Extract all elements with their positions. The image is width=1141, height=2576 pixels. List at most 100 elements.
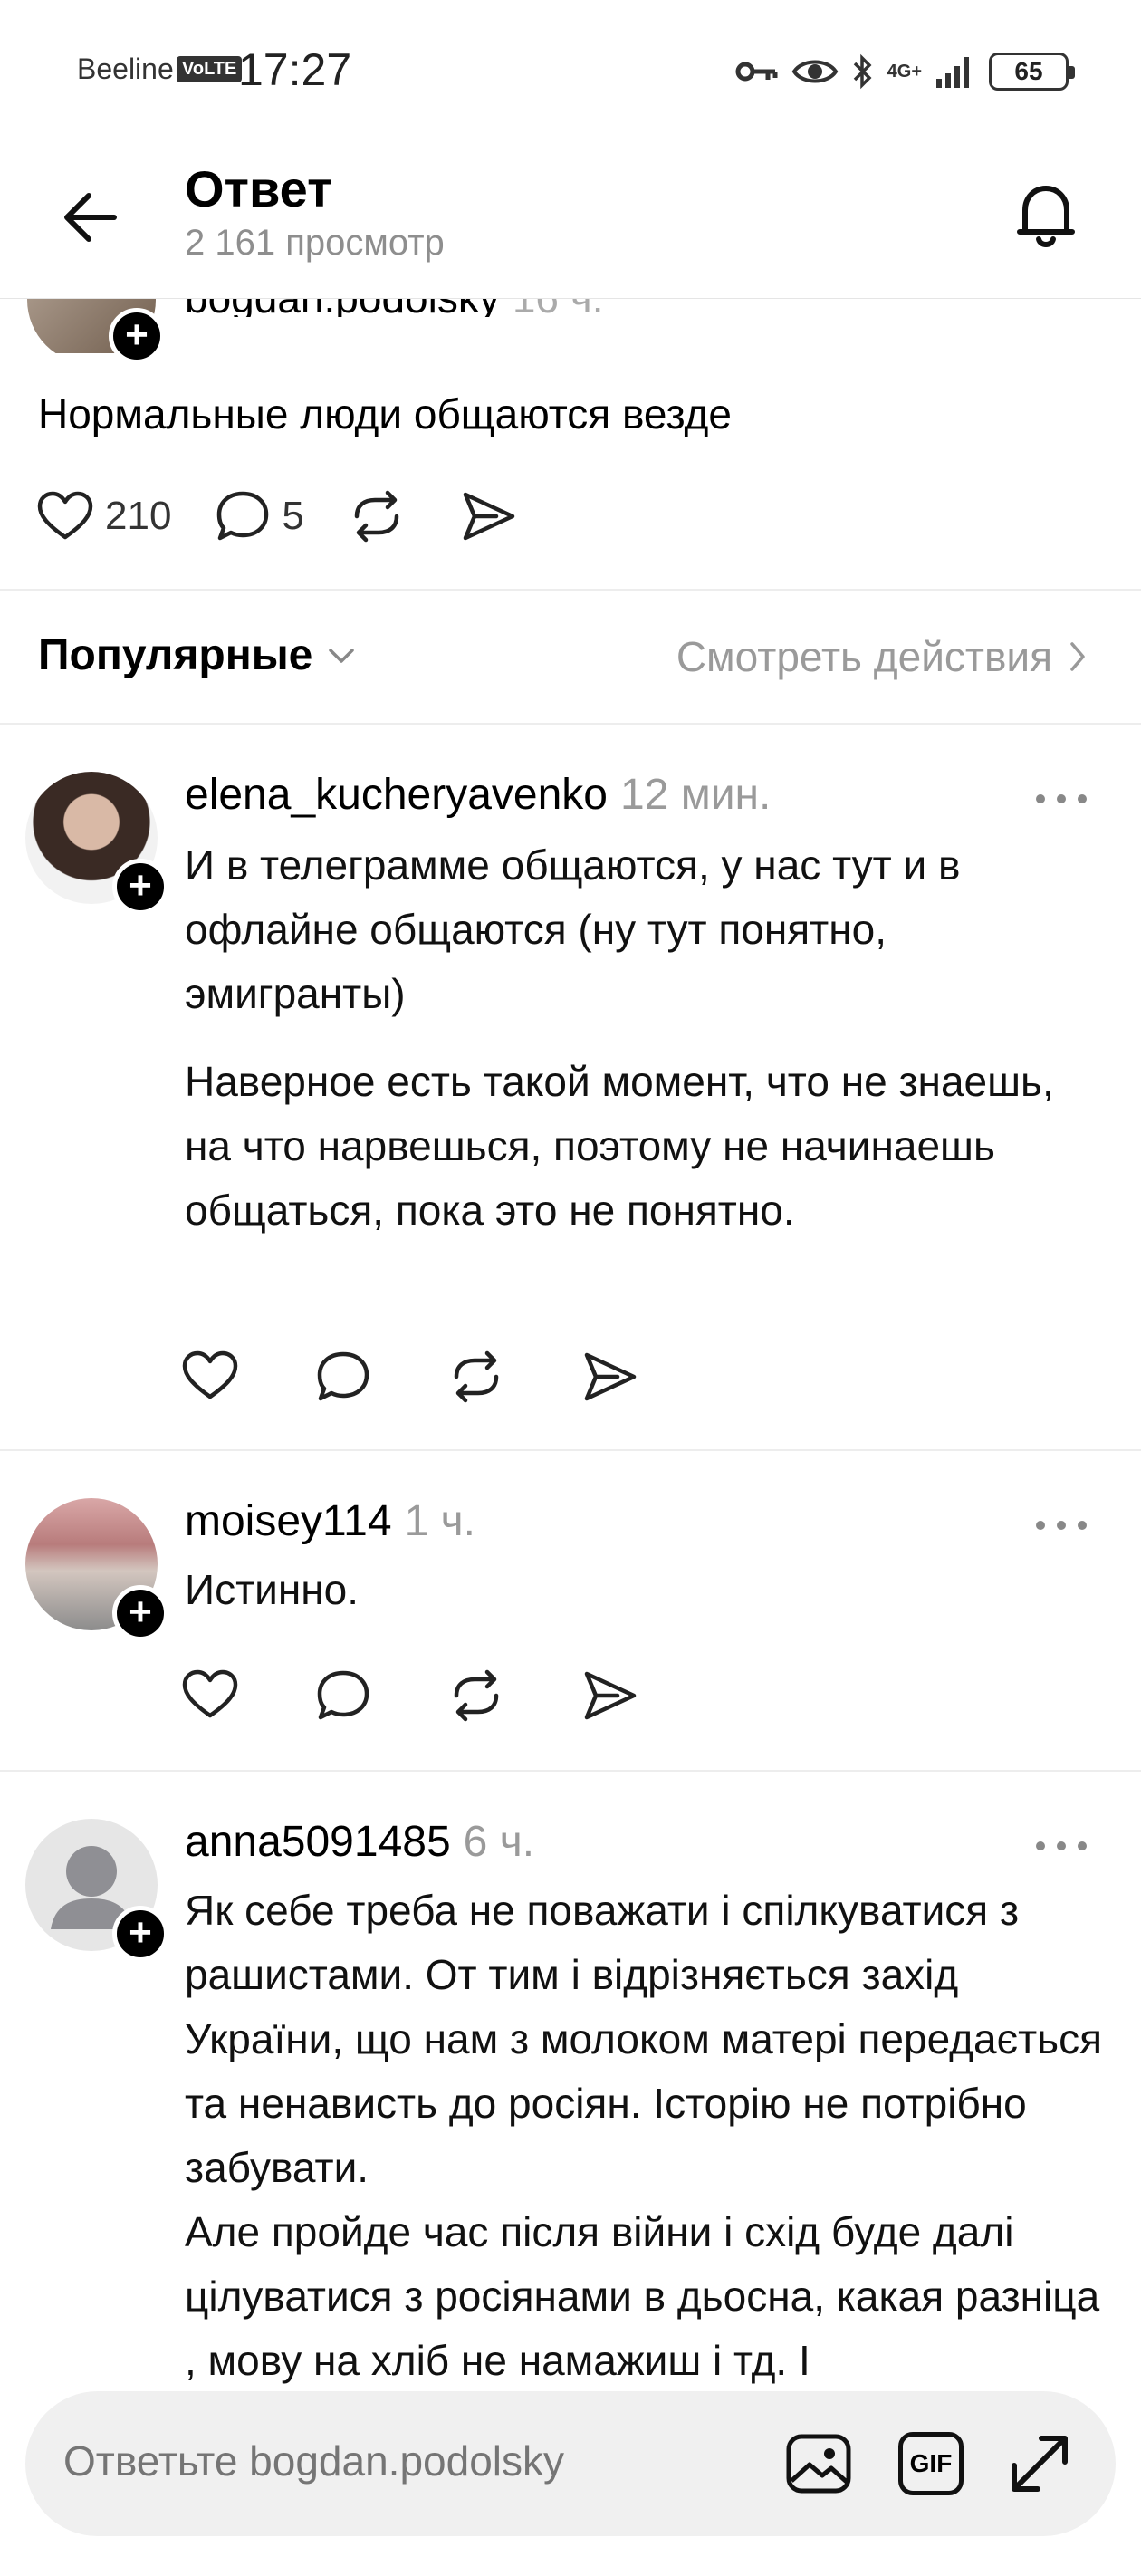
comment-header: elena_kucheryavenko 12 мин. xyxy=(185,770,771,820)
volte-badge: VoLTE xyxy=(177,56,243,82)
sort-label: Популярные xyxy=(38,631,313,679)
dot xyxy=(1036,794,1045,803)
avatar[interactable]: + xyxy=(25,1819,168,1962)
image-icon xyxy=(786,2434,851,2494)
heart-icon xyxy=(37,491,93,540)
repost-icon[interactable] xyxy=(447,1668,505,1723)
attach-image-button[interactable] xyxy=(782,2427,855,2500)
dot xyxy=(1057,1841,1066,1850)
more-options-button[interactable] xyxy=(1036,1837,1087,1855)
gif-button[interactable]: GIF xyxy=(895,2427,967,2500)
follow-plus-icon[interactable]: + xyxy=(112,1585,168,1641)
status-bar: Beeline VoLTE 17:27 4G+ 65 xyxy=(0,0,1141,136)
reply-input[interactable] xyxy=(63,2437,752,2485)
view-activity-label: Смотреть действия xyxy=(676,633,1052,680)
status-icons: 4G+ 65 xyxy=(735,49,1075,94)
reply-composer: GIF xyxy=(25,2391,1116,2536)
view-count: 2 161 просмотр xyxy=(185,223,445,263)
comment-text: Як себе треба не поважати і спілкуватися… xyxy=(185,1879,1108,2393)
username-line: bogdan.podolsky 16 ч. xyxy=(185,299,604,317)
username[interactable]: elena_kucheryavenko xyxy=(185,771,608,819)
share-button[interactable] xyxy=(460,489,529,543)
dot xyxy=(1036,1521,1045,1530)
username[interactable]: moisey114 xyxy=(185,1497,392,1545)
comment-item: + anna5091485 6 ч. Як себе треба не поваж… xyxy=(0,1772,1141,2397)
comment-actions xyxy=(181,1350,639,1404)
network-type: 4G+ xyxy=(887,62,922,82)
repost-button[interactable] xyxy=(348,489,417,543)
reply-count: 5 xyxy=(282,494,304,538)
comment-actions xyxy=(181,1668,639,1723)
follow-plus-icon[interactable]: + xyxy=(112,1906,168,1962)
comment-item: + moisey114 1 ч. Истинно. xyxy=(0,1451,1141,1768)
follow-plus-icon[interactable]: + xyxy=(109,308,165,364)
expand-button[interactable] xyxy=(1003,2427,1076,2500)
sort-bar: Популярные Смотреть действия xyxy=(0,591,1141,723)
heart-icon[interactable] xyxy=(181,1350,239,1402)
top-app-bar: Ответ 2 161 просмотр xyxy=(0,136,1141,299)
comment-paragraph: Як себе треба не поважати і спілкуватися… xyxy=(185,1887,1103,2191)
eye-icon xyxy=(791,60,839,83)
dot xyxy=(1078,794,1087,803)
bluetooth-icon xyxy=(853,53,872,90)
send-icon xyxy=(463,492,515,541)
comment-time: 6 ч. xyxy=(463,1818,535,1866)
comment-icon[interactable] xyxy=(315,1668,371,1723)
follow-plus-icon[interactable]: + xyxy=(112,859,168,915)
arrow-left-icon xyxy=(64,193,117,242)
post-time: 16 ч. xyxy=(513,299,604,317)
carrier-name: Beeline xyxy=(77,53,174,85)
username[interactable]: anna5091485 xyxy=(185,1818,451,1866)
like-button[interactable]: 210 xyxy=(36,490,171,543)
reply-button[interactable]: 5 xyxy=(215,489,304,543)
more-options-button[interactable] xyxy=(1036,1516,1087,1534)
key-icon xyxy=(735,62,778,82)
repost-icon[interactable] xyxy=(447,1350,505,1404)
comment-icon xyxy=(217,491,269,541)
dot xyxy=(1057,794,1066,803)
dot xyxy=(1078,1841,1087,1850)
heart-icon[interactable] xyxy=(181,1668,239,1721)
page-title: Ответ xyxy=(185,160,332,217)
repost-icon xyxy=(354,490,399,543)
clock: 17:27 xyxy=(238,44,352,95)
comment-time: 1 ч. xyxy=(404,1497,475,1545)
comment-paragraph: Истинно. xyxy=(185,1566,359,1613)
comment-paragraph: Але пройде час після війни і схід буде д… xyxy=(185,2208,1100,2384)
sort-dropdown[interactable]: Популярные xyxy=(38,630,356,680)
bell-icon xyxy=(1017,186,1075,247)
gif-label: GIF xyxy=(909,2449,953,2477)
avatar[interactable]: + xyxy=(25,1498,168,1641)
gif-icon: GIF xyxy=(898,2432,964,2495)
comment-paragraph: И в телеграмме общаются, у нас тут и в о… xyxy=(185,841,961,1017)
comment-text: И в телеграмме общаются, у нас тут и в о… xyxy=(185,833,1108,1243)
post-text: Нормальные люди общаются везде xyxy=(38,390,732,437)
username-clip: bogdan.podolsky 16 ч. xyxy=(185,299,728,317)
username[interactable]: bogdan.podolsky xyxy=(185,299,500,317)
battery-icon: 65 xyxy=(989,53,1075,91)
like-count: 210 xyxy=(105,494,172,538)
comment-paragraph: Наверное есть такой момент, что не знаеш… xyxy=(185,1058,1054,1234)
post-actions: 210 5 xyxy=(36,489,572,543)
parent-post: + bogdan.podolsky 16 ч. Нормальные люди о… xyxy=(0,299,1141,589)
chevron-down-icon xyxy=(329,648,355,663)
avatar[interactable]: + xyxy=(25,772,168,915)
more-options-button[interactable] xyxy=(1036,790,1087,808)
comment-text: Истинно. xyxy=(185,1558,1108,1622)
dot xyxy=(1078,1521,1087,1530)
send-icon[interactable] xyxy=(581,1350,639,1404)
comment-item: + elena_kucheryavenko 12 мин. И в телегра… xyxy=(0,725,1141,1449)
dot xyxy=(1057,1521,1066,1530)
back-button[interactable] xyxy=(54,181,127,254)
comment-header: anna5091485 6 ч. xyxy=(185,1817,534,1867)
view-activity-link[interactable]: Смотреть действия xyxy=(676,632,1087,681)
expand-icon xyxy=(1012,2436,1068,2492)
battery-level: 65 xyxy=(1014,57,1043,85)
comment-icon[interactable] xyxy=(315,1350,371,1404)
dot xyxy=(1036,1841,1045,1850)
signal-icon xyxy=(936,57,969,88)
comment-header: moisey114 1 ч. xyxy=(185,1496,475,1546)
notifications-button[interactable] xyxy=(1005,174,1087,255)
send-icon[interactable] xyxy=(581,1668,639,1723)
comment-time: 12 мин. xyxy=(620,771,772,819)
